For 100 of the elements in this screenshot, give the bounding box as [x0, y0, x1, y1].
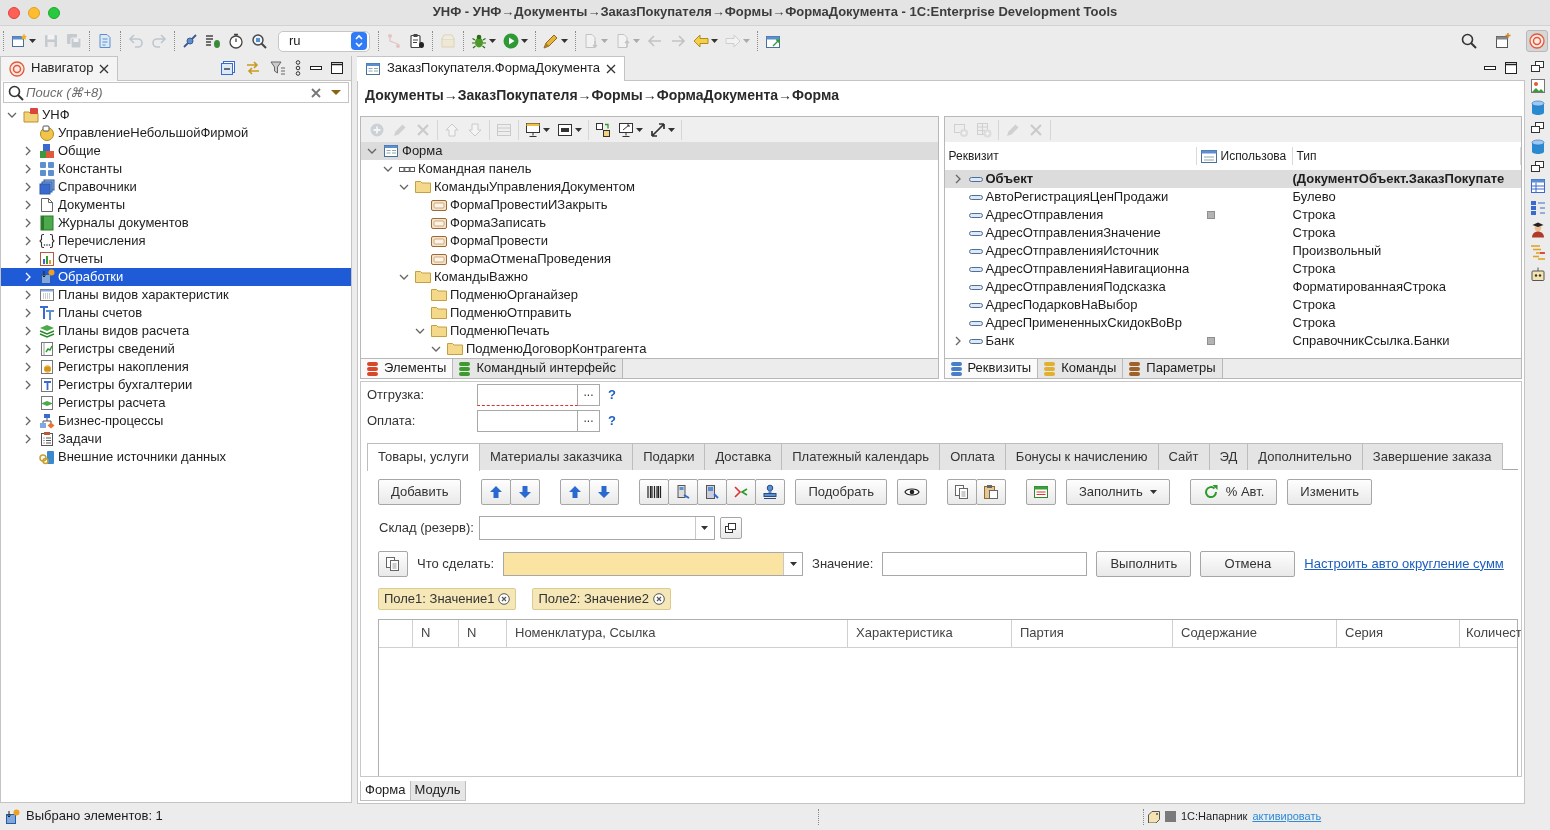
- tree-item[interactable]: ПодменюОтправить: [361, 304, 938, 322]
- tree-item[interactable]: Регистры накопления: [1, 358, 351, 376]
- tab[interactable]: Параметры: [1123, 359, 1223, 378]
- tree-item[interactable]: ФормаЗаписать: [361, 214, 938, 232]
- tree-item[interactable]: Планы счетов: [1, 304, 351, 322]
- tree-item[interactable]: Внешние источники данных: [1, 448, 351, 466]
- tree-item[interactable]: ФормаПровести: [361, 232, 938, 250]
- open-button[interactable]: [719, 517, 742, 539]
- tree-item[interactable]: Задачи: [1, 430, 351, 448]
- table-row[interactable]: АдресПримененныхСкидокВоВр Строка: [944, 314, 1521, 332]
- tree-item[interactable]: ПодменюПечать: [361, 322, 938, 340]
- chevron-icon[interactable]: [23, 362, 33, 372]
- chevron-icon[interactable]: [23, 380, 33, 390]
- chevron-icon[interactable]: [431, 344, 441, 354]
- input-field[interactable]: [477, 384, 578, 406]
- tab[interactable]: ЭД: [1208, 443, 1249, 470]
- chevron-icon[interactable]: [415, 326, 425, 336]
- tree-item[interactable]: Планы видов характеристик: [1, 286, 351, 304]
- tree-item[interactable]: ФормаОтменаПроведения: [361, 250, 938, 268]
- table-row[interactable]: АдресОтправленияЗначение Строка: [944, 224, 1521, 242]
- window-close-icon[interactable]: [8, 6, 20, 19]
- chevron-icon[interactable]: [23, 146, 33, 156]
- toolbar-button[interactable]: [1529, 121, 1546, 134]
- tab[interactable]: Реквизиты: [944, 359, 1039, 378]
- menu-button[interactable]: Заполнить: [1065, 479, 1170, 505]
- filter-chip[interactable]: Поле1: Значение1: [378, 588, 517, 610]
- tab[interactable]: Дополнительно: [1247, 443, 1363, 470]
- chevron-icon[interactable]: [23, 200, 33, 210]
- caret-icon[interactable]: [331, 90, 341, 95]
- chevron-icon[interactable]: [23, 254, 33, 264]
- tree-item[interactable]: Обработки: [1, 268, 351, 286]
- select-button[interactable]: ...: [578, 384, 600, 406]
- move-down-button[interactable]: [510, 479, 541, 505]
- tree-item[interactable]: Общие: [1, 142, 351, 160]
- view-button[interactable]: [896, 479, 927, 505]
- editor-tab[interactable]: ЗаказПокупателя.ФормаДокумента: [357, 55, 626, 81]
- tab[interactable]: Командный интерфейс: [453, 359, 623, 378]
- table-row[interactable]: АдресОтправленияПодсказка ФорматированнаяСтрока: [944, 278, 1521, 296]
- chevron-icon[interactable]: [23, 218, 33, 228]
- chevron-icon[interactable]: [23, 344, 33, 354]
- help-link[interactable]: ?: [608, 412, 616, 430]
- tab[interactable]: Товары, услуги: [367, 443, 480, 471]
- tree-item[interactable]: Регистры расчета: [1, 394, 351, 412]
- tab[interactable]: Оплата: [939, 443, 1006, 470]
- tool-button[interactable]: [755, 479, 786, 505]
- tree-item[interactable]: ФормаПровестиИЗакрыть: [361, 196, 938, 214]
- action-button[interactable]: Добавить: [378, 479, 462, 505]
- toolbar-button[interactable]: [1529, 160, 1546, 173]
- chevron-icon[interactable]: [23, 416, 33, 426]
- tool-button[interactable]: [639, 479, 670, 505]
- tree-item[interactable]: КомандыВажно: [361, 268, 938, 286]
- maximize-icon[interactable]: [331, 62, 343, 74]
- move-down-button[interactable]: [589, 479, 620, 505]
- view-tab[interactable]: Навигатор: [1, 55, 119, 81]
- action-button[interactable]: Подобрать: [795, 479, 887, 505]
- tree-item[interactable]: УНФ: [1, 106, 351, 124]
- close-icon[interactable]: [606, 63, 617, 74]
- tree-item[interactable]: Справочники: [1, 178, 351, 196]
- tab[interactable]: Модуль: [409, 781, 466, 801]
- chevron-icon[interactable]: [399, 272, 409, 282]
- minimize-icon[interactable]: [1484, 66, 1496, 70]
- chevron-icon[interactable]: [23, 272, 33, 282]
- tab[interactable]: Подарки: [632, 443, 706, 470]
- chevron-icon[interactable]: [23, 308, 33, 318]
- vertical-dots-icon[interactable]: [295, 60, 301, 76]
- copy-button[interactable]: [378, 551, 408, 577]
- tab[interactable]: Завершение заказа: [1361, 443, 1503, 470]
- action-button[interactable]: Изменить: [1287, 479, 1372, 505]
- chevron-icon[interactable]: [23, 164, 33, 174]
- tree-item[interactable]: Журналы документов: [1, 214, 351, 232]
- input-field[interactable]: [477, 410, 578, 432]
- move-up-button[interactable]: [481, 479, 512, 505]
- filter-chip[interactable]: Поле2: Значение2: [532, 588, 671, 610]
- tree-item[interactable]: Планы видов расчета: [1, 322, 351, 340]
- tree-item[interactable]: Перечисления: [1, 232, 351, 250]
- close-circle-icon[interactable]: [498, 593, 511, 605]
- chevron-icon[interactable]: [23, 326, 33, 336]
- table-row[interactable]: АдресОтправленияНавигационна Строка: [944, 260, 1521, 278]
- chevron-icon[interactable]: [367, 146, 377, 156]
- tree-item[interactable]: Константы: [1, 160, 351, 178]
- help-link[interactable]: ?: [608, 386, 616, 404]
- chevron-icon[interactable]: [23, 182, 33, 192]
- tab[interactable]: Элементы: [361, 359, 454, 378]
- close-circle-icon[interactable]: [652, 593, 665, 605]
- table-button[interactable]: [1025, 479, 1056, 505]
- tab[interactable]: Доставка: [704, 443, 783, 470]
- chevron-icon[interactable]: [7, 110, 17, 120]
- clear-icon[interactable]: [311, 88, 321, 98]
- chevron-icon[interactable]: [23, 236, 33, 246]
- tree-item[interactable]: Регистры бухгалтерии: [1, 376, 351, 394]
- move-up-button[interactable]: [560, 479, 591, 505]
- search-field[interactable]: Поиск (⌘+8): [3, 82, 349, 103]
- collapse-all-icon[interactable]: [220, 60, 236, 76]
- table-row[interactable]: АвтоРегистрацияЦенПродажи Булево: [944, 188, 1521, 206]
- tree-item[interactable]: Форма: [361, 142, 938, 160]
- refresh-button[interactable]: % Авт.: [1189, 479, 1278, 505]
- action-button[interactable]: Отмена: [1200, 551, 1296, 577]
- combo-field[interactable]: [478, 516, 715, 540]
- language-select[interactable]: ru: [278, 30, 370, 52]
- tab[interactable]: Сайт: [1157, 443, 1210, 470]
